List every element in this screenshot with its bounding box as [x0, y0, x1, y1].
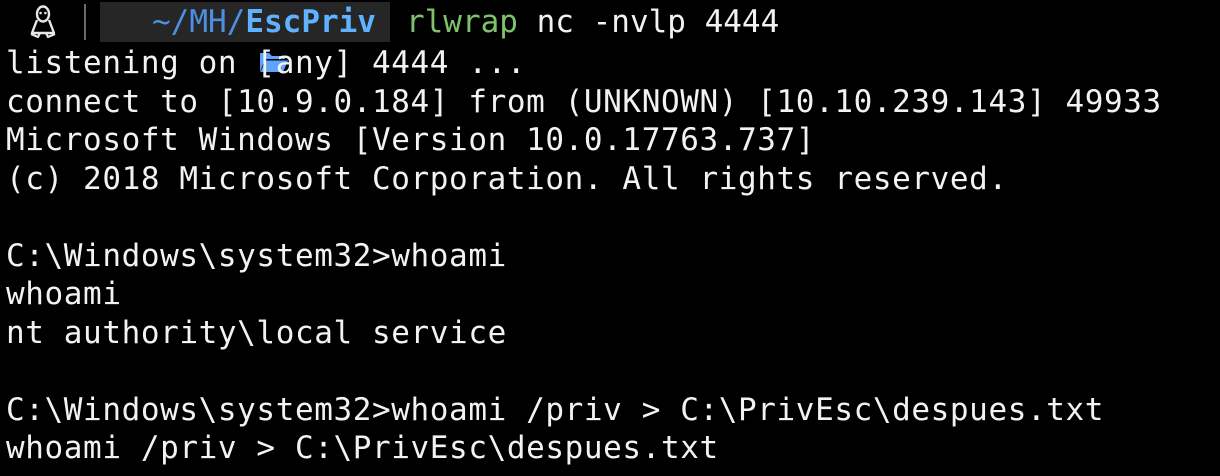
path-current-dir: EscPriv: [245, 4, 376, 40]
output-line: C:\Windows\system32>whoami: [6, 237, 507, 274]
folder-open-icon: [110, 10, 289, 72]
output-line: C:\Windows\system32>whoami /priv > C:\Pr…: [6, 391, 1105, 428]
command-args: nc -nvlp 4444: [517, 4, 780, 40]
prompt-path-segment: ~/MH/EscPriv: [100, 2, 390, 72]
output-line: listening on [any] 4444 ...: [6, 45, 527, 81]
linux-tux-icon: [6, 2, 80, 42]
output-line: nt authority\local service: [6, 314, 507, 351]
output-line: connect to [10.9.0.184] from (UNKNOWN) […: [6, 83, 1162, 120]
terminal-window[interactable]: ~/MH/EscPriv rlwrap nc -nvlp 4444 listen…: [6, 0, 1216, 468]
output-line: whoami /priv > C:\PrivEsc\despues.txt: [6, 430, 719, 466]
command-name: rlwrap: [405, 4, 518, 40]
output-line: (c) 2018 Microsoft Corporation. All righ…: [6, 160, 1008, 197]
prompt-separator: [84, 4, 86, 40]
shell-prompt: ~/MH/EscPriv rlwrap nc -nvlp 4444: [6, 0, 1216, 72]
output-line: whoami: [6, 276, 122, 312]
output-line: Microsoft Windows [Version 10.0.17763.73…: [6, 122, 816, 158]
path-prefix: ~/MH/: [152, 4, 246, 40]
